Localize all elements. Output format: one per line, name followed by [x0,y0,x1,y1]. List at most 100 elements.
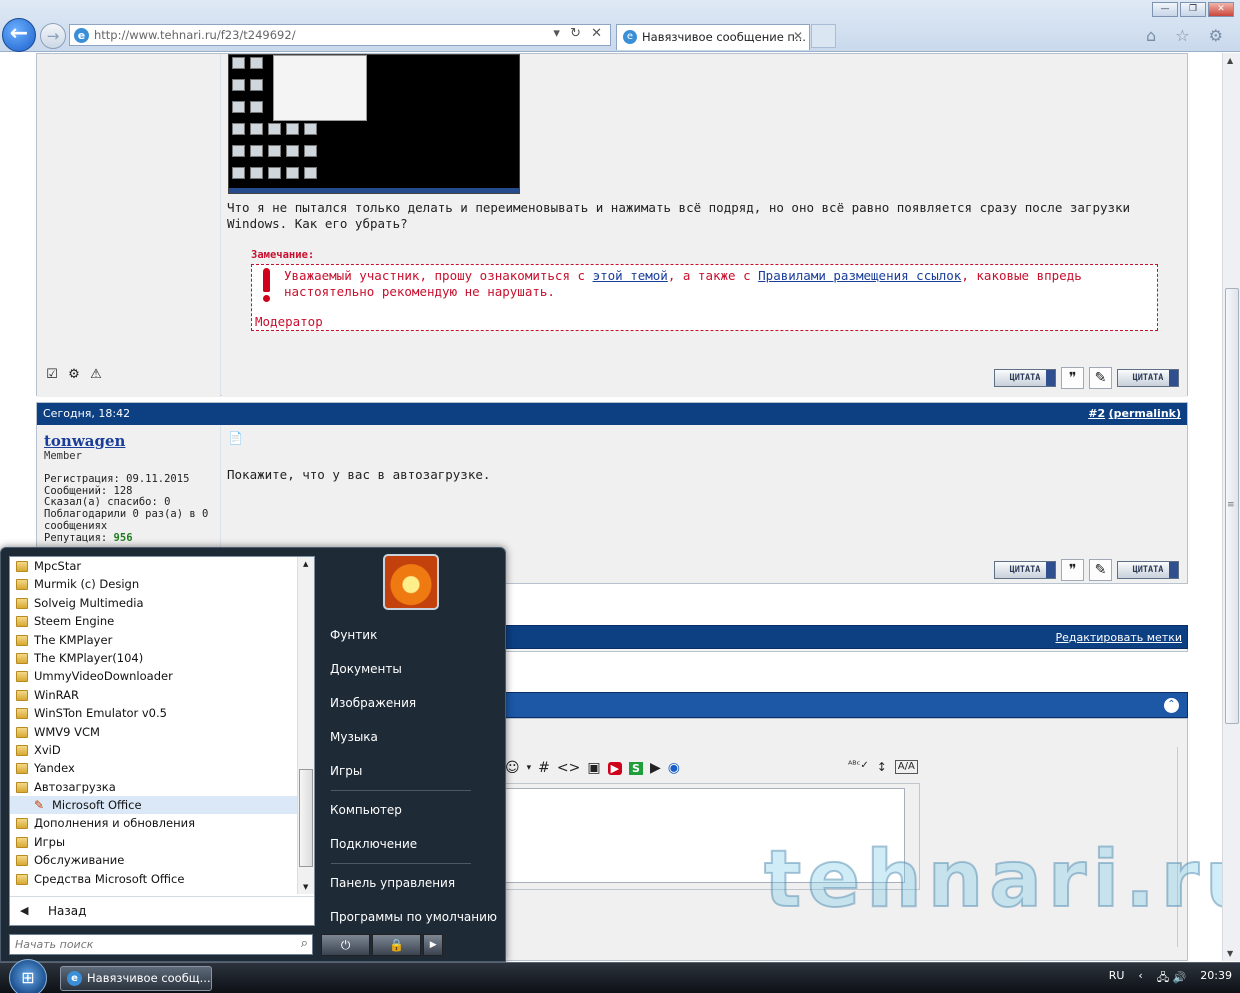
folder-icon [16,763,28,775]
close-window-button[interactable]: ✕ [1208,2,1234,17]
forward-button[interactable]: → [40,23,66,49]
switch-editor-icon[interactable]: A/A [894,760,918,774]
program-folder[interactable]: Murmik (c) Design [10,575,298,593]
smiley-icon[interactable]: ☺ [505,760,520,776]
collapse-icon[interactable]: ⌃ [1164,698,1179,713]
clock[interactable]: 20:39 [1200,969,1232,988]
home-favorites-tools-icons[interactable]: ⌂ ☆ ⚙ [1146,26,1230,45]
quote-button[interactable]: ЦИТАТА [994,369,1056,387]
remark-label: Замечание: [251,249,315,261]
topic-link[interactable]: этой темой [593,268,668,283]
youtube-icon[interactable]: ▶ [607,761,623,775]
program-folder[interactable]: Yandex [10,759,298,777]
settings-icon[interactable]: ⚙ [66,367,82,383]
program-folder[interactable]: Игры [10,833,298,851]
program-folder[interactable]: Средства Microsoft Office [10,870,298,888]
tab-favicon-icon: e [623,30,637,44]
computer-link[interactable]: Компьютер [321,793,501,827]
play-icon[interactable]: ▶ [650,760,661,776]
spellcheck-icon[interactable]: ᴬᴮᶜ✓ [848,760,869,774]
games-link[interactable]: Игры [321,754,501,788]
programs-scrollbar[interactable]: ▲ ▼ [297,557,314,894]
program-folder[interactable]: Дополнения и обновления [10,814,298,832]
user-folder-link[interactable]: Фунтик [321,618,501,652]
url-text[interactable]: http://www.tehnari.ru/f23/t249692/ [94,28,296,42]
back-button[interactable]: ◀ Назад [10,896,314,926]
program-folder[interactable]: UmmyVideoDownloader [10,667,298,685]
username-link[interactable]: tonwagen [44,432,125,450]
quick-quote-icon[interactable]: ❞ [1061,367,1084,389]
minimize-button[interactable]: — [1152,2,1178,17]
documents-link[interactable]: Документы [321,652,501,686]
quote-button[interactable]: ЦИТАТА [994,561,1056,579]
pictures-link[interactable]: Изображения [321,686,501,720]
code-icon[interactable]: <> [557,760,580,776]
rules-link[interactable]: Правилами размещения ссылок [758,268,961,283]
address-bar[interactable]: e http://www.tehnari.ru/f23/t249692/ ▾ ↻… [69,24,611,46]
control-panel-link[interactable]: Панель управления [321,866,501,900]
program-folder-startup[interactable]: Автозагрузка [10,778,298,796]
user-avatar[interactable] [383,554,439,610]
quick-quote-icon[interactable]: ❞ [1061,559,1084,581]
back-button[interactable]: ← [2,18,36,52]
image-icon[interactable]: ▣ [587,760,600,776]
music-link[interactable]: Музыка [321,720,501,754]
taskbar-window-label: Навязчивое сообщ... [87,971,211,985]
tab-close-icon[interactable]: ✕ [793,29,803,43]
post-2-permalink[interactable]: #2 (permalink) [1088,403,1181,425]
programs-list: MpcStar Murmik (c) Design Solveig Multim… [10,557,298,894]
program-folder[interactable]: WMV9 VCM [10,723,298,741]
program-folder[interactable]: XviD [10,741,298,759]
power-options-arrow-icon[interactable]: ▶ [423,934,443,956]
program-folder[interactable]: The KMPlayer(104) [10,649,298,667]
network-volume-icons[interactable]: 🖧 🔊 [1157,969,1186,988]
folder-icon [16,616,28,628]
connect-link[interactable]: Подключение [321,827,501,861]
resize-icon[interactable]: ↕ [877,760,887,774]
search-icon[interactable]: ⌕ [301,936,308,951]
program-folder[interactable]: Steem Engine [10,612,298,630]
power-button-icon[interactable]: ⏻ [321,934,371,956]
taskbar: ⊞ e Навязчивое сообщ... RU ‹ 🖧 🔊 20:39 [0,959,1240,993]
desktop-screenshot-image[interactable] [228,54,520,194]
edit-post-icon[interactable]: ✎ [1089,367,1112,389]
dropdown-arrow-icon[interactable]: ▾ [527,763,532,773]
post-1: ☑ ⚙ ⚠ Что я не пытался только делать и п… [36,53,1188,397]
report-warning-icon[interactable]: ⚠ [88,367,104,383]
back-arrow-icon: ◀ [20,904,29,917]
tray-expand-icon[interactable]: ‹ [1138,969,1142,988]
multi-quote-button[interactable]: ЦИТАТА [1117,369,1179,387]
page-scrollbar[interactable]: ▲ ≡ ▼ [1222,53,1240,961]
maximize-button[interactable]: ❐ [1180,2,1206,17]
default-programs-link[interactable]: Программы по умолчанию [321,900,501,934]
edit-post-icon[interactable]: ✎ [1089,559,1112,581]
browser-tab[interactable]: e Навязчивое сообщение п... ✕ [616,24,810,50]
program-folder[interactable]: Обслуживание [10,851,298,869]
spoiler-icon[interactable]: S [629,761,643,775]
address-controls[interactable]: ▾ ↻ ✕ [553,26,605,41]
lock-button-icon[interactable]: 🔒 [372,934,422,956]
scroll-up-icon[interactable]: ▲ [1227,56,1233,65]
media-icon[interactable]: ◉ [668,760,680,776]
system-tray: RU ‹ 🖧 🔊 20:39 [1109,969,1232,988]
program-microsoft-office[interactable]: ✎ Microsoft Office [10,796,298,815]
programs-scroll-thumb[interactable] [299,769,313,867]
scroll-down-icon[interactable]: ▼ [1227,949,1233,958]
scroll-grip-icon: ≡ [1227,500,1235,510]
post-2-header: Сегодня, 18:42 #2 (permalink) [37,403,1187,425]
language-indicator[interactable]: RU [1109,969,1125,988]
program-folder[interactable]: Solveig Multimedia [10,594,298,612]
edit-tags-link[interactable]: Редактировать метки [1055,631,1182,644]
program-folder[interactable]: The KMPlayer [10,631,298,649]
program-folder[interactable]: MpcStar [10,557,298,575]
program-folder[interactable]: WinSTon Emulator v0.5 [10,704,298,722]
hash-icon[interactable]: # [538,760,550,776]
folder-icon [16,744,28,756]
checkbox-icon[interactable]: ☑ [44,367,60,383]
multi-quote-button[interactable]: ЦИТАТА [1117,561,1179,579]
new-tab-button[interactable] [811,24,836,48]
start-search-input[interactable]: Начать поиск ⌕ [9,934,313,955]
start-button[interactable]: ⊞ [9,959,47,993]
program-folder[interactable]: WinRAR [10,686,298,704]
taskbar-ie-window[interactable]: e Навязчивое сообщ... [60,966,212,991]
